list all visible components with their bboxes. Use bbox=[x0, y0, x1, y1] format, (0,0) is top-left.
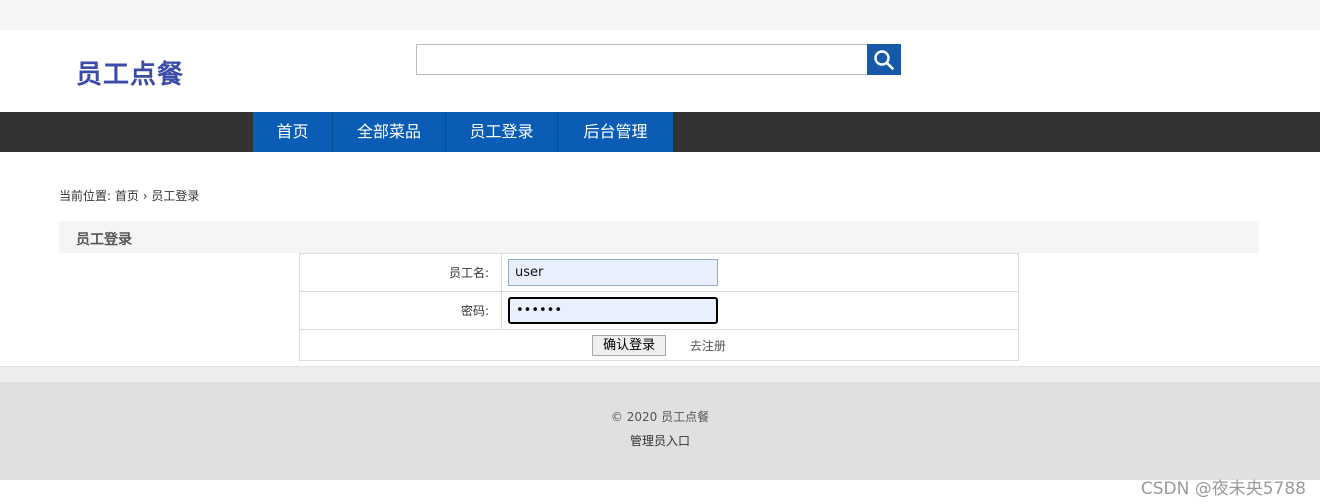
register-link[interactable]: 去注册 bbox=[690, 337, 726, 354]
nav-item-all-dishes[interactable]: 全部菜品 bbox=[333, 112, 446, 152]
site-header: 员工点餐 bbox=[0, 30, 1320, 112]
search-icon bbox=[874, 49, 894, 70]
login-form: 员工名: 密码: 确认登录 去注册 bbox=[299, 253, 1019, 361]
login-submit-button[interactable]: 确认登录 bbox=[592, 334, 667, 356]
login-section-header: 员工登录 bbox=[59, 221, 1259, 253]
login-section-title: 员工登录 bbox=[76, 232, 132, 248]
username-cell bbox=[501, 253, 1019, 292]
nav-item-employee-login[interactable]: 员工登录 bbox=[446, 112, 558, 152]
search-button[interactable] bbox=[867, 44, 901, 75]
nav-item-admin[interactable]: 后台管理 bbox=[558, 112, 673, 152]
password-row: 密码: bbox=[299, 291, 1019, 330]
breadcrumb-prefix: 当前位置: bbox=[59, 189, 112, 203]
actions-cell: 确认登录 去注册 bbox=[299, 329, 1019, 361]
actions-row: 确认登录 去注册 bbox=[299, 329, 1019, 361]
breadcrumb: 当前位置: 首页 › 员工登录 bbox=[59, 187, 199, 204]
breadcrumb-home-link[interactable]: 首页 bbox=[115, 189, 139, 203]
password-input[interactable] bbox=[508, 297, 718, 324]
nav-menu: 首页 全部菜品 员工登录 后台管理 bbox=[253, 112, 673, 152]
admin-entry-link[interactable]: 管理员入口 bbox=[0, 432, 1320, 449]
site-logo[interactable]: 员工点餐 bbox=[76, 54, 184, 91]
username-label: 员工名: bbox=[299, 253, 502, 292]
username-input[interactable] bbox=[508, 259, 718, 286]
watermark-text: CSDN @夜未央5788 bbox=[1140, 479, 1306, 499]
footer-divider bbox=[0, 366, 1320, 382]
password-cell bbox=[501, 291, 1019, 330]
copyright-text: © 2020 员工点餐 bbox=[610, 410, 710, 424]
username-row: 员工名: bbox=[299, 253, 1019, 292]
nav-item-home[interactable]: 首页 bbox=[253, 112, 333, 152]
password-label: 密码: bbox=[299, 291, 502, 330]
main-nav: 首页 全部菜品 员工登录 后台管理 bbox=[0, 112, 1320, 152]
search-input[interactable] bbox=[416, 44, 868, 75]
breadcrumb-separator: › bbox=[142, 189, 148, 203]
breadcrumb-current: 员工登录 bbox=[151, 189, 200, 203]
top-strip bbox=[0, 0, 1320, 30]
site-footer: © 2020 员工点餐 管理员入口 bbox=[0, 382, 1320, 480]
